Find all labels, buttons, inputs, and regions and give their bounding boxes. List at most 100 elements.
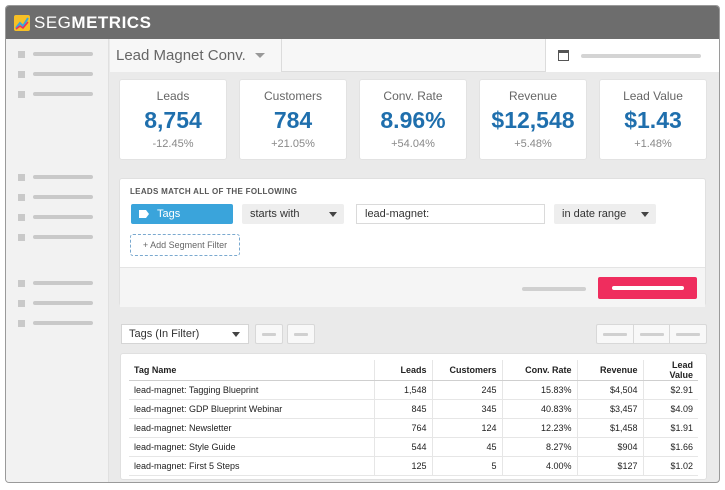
table-header-row: Tag Name Leads Customers Conv. Rate Reve…	[129, 360, 698, 381]
report-select-label: Lead Magnet Conv.	[116, 47, 246, 64]
top-bar: Lead Magnet Conv.	[110, 39, 719, 72]
table-cell: 45	[431, 437, 502, 457]
sidebar-item[interactable]	[18, 193, 93, 201]
view-toggle-group	[596, 324, 707, 344]
table-cell: $3,457	[576, 399, 643, 419]
app-logo: SEGMETRICS	[34, 12, 152, 32]
sidebar-item[interactable]	[18, 70, 93, 78]
column-header[interactable]: Leads	[373, 360, 432, 381]
sidebar-item[interactable]	[18, 279, 93, 287]
table-cell: $1.02	[642, 456, 698, 476]
stat-card-revenue: Revenue $12,548 +5.48%	[479, 79, 587, 160]
filter-field-label: Tags	[157, 208, 181, 220]
filter-footer	[120, 267, 705, 307]
chevron-down-icon	[254, 53, 265, 58]
sidebar-item[interactable]	[18, 90, 93, 98]
column-header[interactable]: Conv. Rate	[501, 360, 577, 381]
date-range-placeholder	[581, 53, 701, 58]
group-by-select[interactable]: Tags (In Filter)	[121, 324, 249, 344]
stat-change: +21.05%	[271, 138, 315, 150]
table-cell: 345	[431, 399, 502, 419]
stat-label: Lead Value	[623, 89, 683, 103]
table-row: lead-magnet: Newsletter 764 124 12.23% $…	[129, 418, 698, 438]
sidebar-item-icon	[18, 213, 25, 221]
table-cell: $1,458	[576, 418, 643, 438]
results-table-panel: Tag Name Leads Customers Conv. Rate Reve…	[120, 353, 707, 480]
toolbar-button[interactable]	[255, 324, 283, 344]
filter-value-input[interactable]: lead-magnet:	[356, 204, 545, 224]
table-cell: lead-magnet: First 5 Steps	[129, 456, 374, 476]
table-cell: lead-magnet: Tagging Blueprint	[129, 380, 374, 400]
view-toggle-button[interactable]	[670, 325, 706, 343]
chevron-down-icon	[329, 212, 337, 217]
sidebar-item-icon	[18, 173, 25, 181]
sidebar-item[interactable]	[18, 319, 93, 327]
view-toggle-button[interactable]	[597, 325, 634, 343]
table-cell: 245	[431, 380, 502, 400]
table-cell: $4,504	[576, 380, 643, 400]
table-cell: 124	[431, 418, 502, 438]
filter-range-label: in date range	[562, 208, 627, 220]
group-by-label: Tags (In Filter)	[129, 328, 200, 340]
column-header[interactable]: Revenue	[576, 360, 643, 381]
sidebar-item[interactable]	[18, 173, 93, 181]
segment-filter-panel: LEADS MATCH ALL OF THE FOLLOWING Tags st…	[119, 178, 706, 307]
stat-change: -12.45%	[152, 138, 194, 150]
stat-label: Conv. Rate	[383, 89, 443, 103]
table-cell: $1.66	[642, 437, 698, 457]
sidebar-item-icon	[18, 90, 25, 98]
chevron-down-icon	[641, 212, 649, 217]
filter-field-button[interactable]: Tags	[131, 204, 233, 224]
stat-card-lead-value: Lead Value $1.43 +1.48%	[599, 79, 707, 160]
filter-range-select[interactable]: in date range	[554, 204, 656, 224]
stat-label: Leads	[156, 89, 190, 103]
toolbar-button[interactable]	[287, 324, 315, 344]
sidebar	[6, 39, 109, 482]
date-range-picker[interactable]	[545, 39, 719, 72]
table-cell: 4.00%	[501, 456, 577, 476]
view-toggle-button[interactable]	[634, 325, 671, 343]
sidebar-item-icon	[18, 279, 25, 287]
stat-value: $1.43	[624, 107, 682, 133]
column-header[interactable]: Tag Name	[129, 360, 374, 381]
table-cell: 15.83%	[501, 380, 577, 400]
sidebar-item[interactable]	[18, 233, 93, 241]
sidebar-item[interactable]	[18, 299, 93, 307]
table-cell: lead-magnet: Newsletter	[129, 418, 374, 438]
calendar-icon	[558, 50, 569, 61]
stat-value: 8,754	[144, 107, 202, 133]
table-cell: 845	[373, 399, 432, 419]
results-table: Tag Name Leads Customers Conv. Rate Reve…	[129, 360, 698, 476]
table-cell: 5	[431, 456, 502, 476]
table-cell: $4.09	[642, 399, 698, 419]
table-cell: 8.27%	[501, 437, 577, 457]
sidebar-item-icon	[18, 70, 25, 78]
column-header[interactable]: Customers	[431, 360, 502, 381]
sidebar-item[interactable]	[18, 213, 93, 221]
table-cell: $1.91	[642, 418, 698, 438]
add-segment-filter-button[interactable]: + Add Segment Filter	[130, 234, 240, 256]
table-cell: $904	[576, 437, 643, 457]
stat-change: +54.04%	[391, 138, 435, 150]
apply-button[interactable]	[598, 277, 697, 299]
stat-card-leads: Leads 8,754 -12.45%	[119, 79, 227, 160]
secondary-link-placeholder[interactable]	[522, 287, 586, 291]
sidebar-item-icon	[18, 193, 25, 201]
table-cell: 1,548	[373, 380, 432, 400]
sidebar-item-icon	[18, 233, 25, 241]
logo-icon	[14, 14, 30, 31]
table-cell: 12.23%	[501, 418, 577, 438]
sidebar-item[interactable]	[18, 50, 93, 58]
filter-heading: LEADS MATCH ALL OF THE FOLLOWING	[130, 187, 298, 196]
column-header[interactable]: Lead Value	[642, 360, 698, 381]
stat-value: 8.96%	[380, 107, 446, 133]
table-cell: $127	[576, 456, 643, 476]
stat-label: Revenue	[508, 89, 558, 103]
stat-change: +5.48%	[514, 138, 552, 150]
table-row: lead-magnet: GDP Blueprint Webinar 845 3…	[129, 399, 698, 419]
filter-operator-select[interactable]: starts with	[242, 204, 344, 224]
report-select[interactable]: Lead Magnet Conv.	[110, 39, 282, 72]
filter-operator-label: starts with	[250, 208, 300, 220]
table-cell: 40.83%	[501, 399, 577, 419]
sidebar-item-icon	[18, 299, 25, 307]
